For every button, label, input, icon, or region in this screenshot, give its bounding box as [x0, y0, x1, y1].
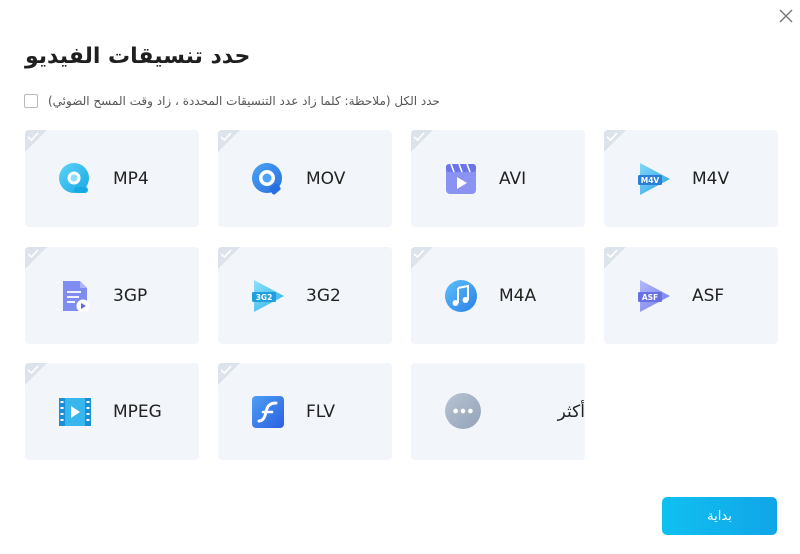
more-dots-icon [445, 393, 481, 429]
check-icon [606, 249, 618, 259]
format-label: M4A [499, 286, 537, 306]
format-card-mpeg[interactable]: MPEG [25, 363, 199, 460]
check-icon [606, 132, 618, 142]
asf-icon: ASF [638, 280, 670, 312]
format-card-avi[interactable]: AVI [411, 130, 585, 227]
mp4-icon [59, 163, 89, 193]
format-card-mp4[interactable]: MP4 [25, 130, 199, 227]
check-icon [220, 365, 232, 375]
dialog-title: حدد تنسيقات الفيديو [25, 44, 251, 69]
3gp-icon [63, 281, 90, 313]
check-icon [27, 249, 39, 259]
check-icon [27, 132, 39, 142]
format-label: MPEG [113, 402, 162, 422]
format-label: AVI [499, 169, 527, 189]
mov-icon [252, 163, 282, 195]
format-label: FLV [306, 402, 336, 422]
flv-icon [252, 396, 284, 428]
close-button[interactable] [774, 4, 798, 28]
format-label: MP4 [113, 169, 149, 189]
select-all-label[interactable]: حدد الكل (ملاحظة: كلما زاد عدد التنسيقات… [48, 91, 440, 111]
format-label: MOV [306, 169, 346, 189]
format-card-3gp[interactable]: 3GP [25, 247, 199, 344]
format-card-m4a[interactable]: M4A [411, 247, 585, 344]
check-icon [220, 249, 232, 259]
check-icon [413, 249, 425, 259]
select-all-checkbox[interactable] [24, 94, 38, 108]
format-card-mov[interactable]: MOV [218, 130, 392, 227]
check-icon [220, 132, 232, 142]
mpeg-icon [59, 398, 91, 426]
more-formats-card[interactable]: أكثر [411, 363, 585, 460]
close-icon [779, 9, 793, 23]
check-icon [27, 365, 39, 375]
format-label: 3GP [113, 286, 148, 306]
m4v-badge: M4V [641, 176, 660, 185]
format-label: ASF [692, 286, 725, 306]
format-card-m4v[interactable]: M4V M4V [604, 130, 778, 227]
3g2-icon: 3G2 [252, 280, 284, 312]
select-all-row: حدد الكل (ملاحظة: كلما زاد عدد التنسيقات… [24, 91, 440, 111]
start-button[interactable]: بداية [662, 497, 777, 535]
3g2-badge: 3G2 [256, 293, 273, 302]
avi-icon [446, 163, 476, 194]
check-icon [413, 132, 425, 142]
m4v-icon: M4V [638, 163, 670, 195]
format-label: M4V [692, 169, 730, 189]
format-card-3g2[interactable]: 3G2 3G2 [218, 247, 392, 344]
more-label: أكثر [557, 402, 585, 422]
format-card-flv[interactable]: FLV [218, 363, 392, 460]
format-label: 3G2 [306, 286, 341, 306]
format-card-asf[interactable]: ASF ASF [604, 247, 778, 344]
asf-badge: ASF [642, 293, 658, 302]
m4a-icon [445, 280, 477, 312]
